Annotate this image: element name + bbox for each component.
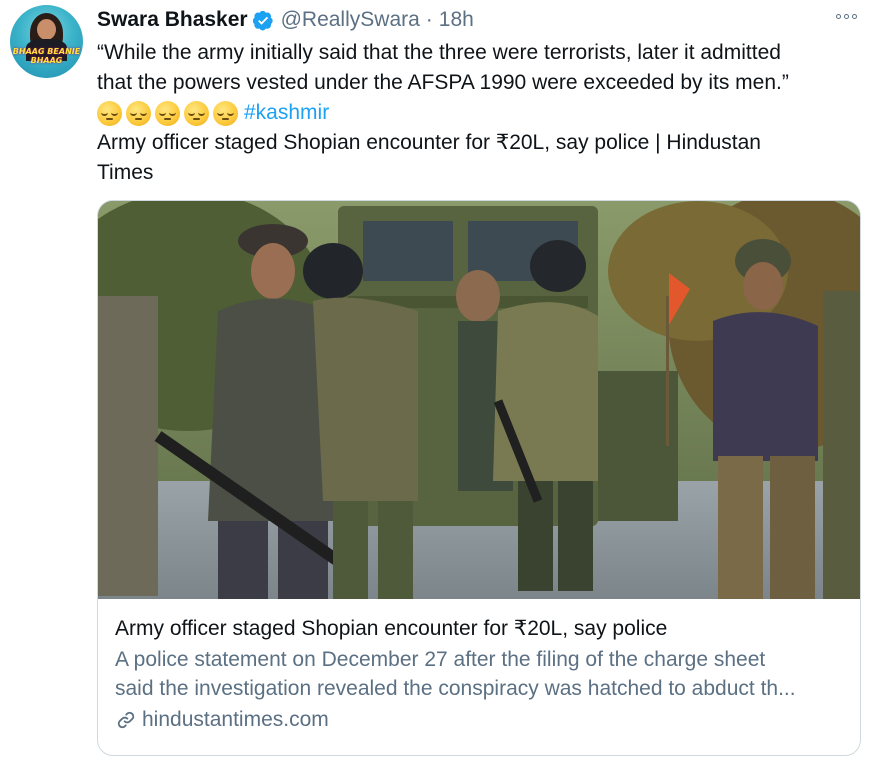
pensive-face-icon	[155, 100, 180, 126]
hashtag-link[interactable]: #kashmir	[244, 98, 329, 128]
card-description: A police statement on December 27 after …	[115, 645, 846, 703]
pensive-face-icon	[213, 100, 238, 126]
more-options-icon[interactable]	[830, 8, 862, 24]
card-domain-text: hindustantimes.com	[142, 708, 329, 731]
card-domain[interactable]: hindustantimes.com	[115, 705, 846, 735]
header-separator: ·	[425, 8, 433, 31]
avatar-face	[37, 19, 56, 40]
emoji-row: #kashmir	[97, 98, 857, 128]
headline-line: Times	[97, 161, 154, 184]
verified-badge-icon	[252, 10, 273, 30]
link-icon	[117, 711, 135, 729]
avatar-text: BHAAG BEANIE BHAAG	[12, 47, 81, 65]
tweet-timestamp[interactable]: 18h	[439, 8, 474, 32]
card-title[interactable]: Army officer staged Shopian encounter fo…	[115, 613, 846, 645]
card-image[interactable]	[98, 201, 860, 599]
author-handle[interactable]: @ReallySwara	[281, 8, 420, 32]
tweet-text-line: that the powers vested under the AFSPA 1…	[97, 71, 789, 94]
headline-line: Army officer staged Shopian encounter fo…	[97, 131, 761, 154]
dot-icon	[843, 13, 849, 19]
tweet-header: Swara Bhasker @ReallySwara · 18h	[97, 6, 474, 34]
dot-icon	[851, 13, 857, 19]
pensive-face-icon	[126, 100, 151, 126]
card-description-line: A police statement on December 27 after …	[115, 648, 766, 671]
link-card[interactable]: Army officer staged Shopian encounter fo…	[97, 200, 861, 756]
pensive-face-icon	[184, 100, 209, 126]
pensive-face-icon	[97, 100, 122, 126]
dot-icon	[835, 13, 841, 19]
tweet-text-line: “While the army initially said that the …	[97, 41, 781, 64]
card-body: Army officer staged Shopian encounter fo…	[115, 613, 846, 735]
card-description-line: said the investigation revealed the cons…	[115, 677, 796, 700]
card-photo	[98, 201, 860, 599]
author-name[interactable]: Swara Bhasker	[97, 8, 248, 32]
tweet-text: “While the army initially said that the …	[97, 38, 857, 188]
avatar[interactable]: BHAAG BEANIE BHAAG	[10, 5, 83, 78]
